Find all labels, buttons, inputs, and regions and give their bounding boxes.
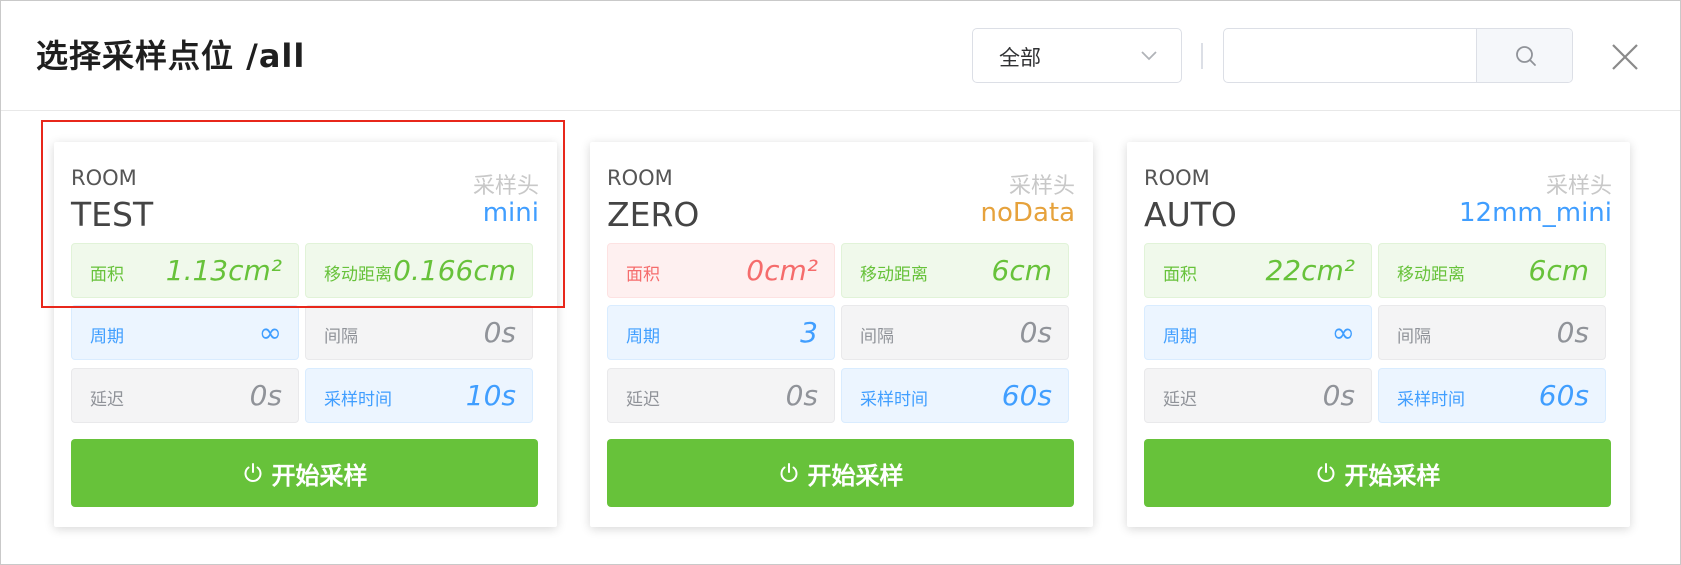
area-label: 面积 bbox=[90, 265, 124, 285]
sampling-point-card: ROOM ZERO 采样头 noData 面积 0cm² 移动距离 6cm 周期… bbox=[590, 142, 1093, 527]
interval-value: 0s bbox=[483, 316, 516, 349]
move-distance-label: 移动距离 bbox=[1397, 265, 1465, 285]
power-icon bbox=[244, 463, 261, 482]
delay-value: 0s bbox=[249, 379, 282, 412]
chevron-down-icon bbox=[1141, 51, 1157, 61]
move-distance-value: 0.166cm bbox=[393, 254, 516, 287]
interval-cell: 间隔 0s bbox=[841, 305, 1069, 360]
sample-time-value: 60s bbox=[1001, 379, 1052, 412]
period-label: 周期 bbox=[1163, 327, 1197, 347]
delay-cell: 延迟 0s bbox=[71, 368, 299, 423]
room-label: ROOM bbox=[1144, 166, 1210, 190]
search-box bbox=[1223, 28, 1573, 83]
interval-cell: 间隔 0s bbox=[1378, 305, 1606, 360]
move-distance-value: 6cm bbox=[991, 254, 1052, 287]
sample-time-label: 采样时间 bbox=[1397, 390, 1465, 410]
room-name: TEST bbox=[71, 195, 154, 234]
move-distance-cell: 移动距离 6cm bbox=[1378, 243, 1606, 298]
delay-cell: 延迟 0s bbox=[1144, 368, 1372, 423]
category-filter-select[interactable]: 全部 bbox=[972, 28, 1182, 83]
sampling-head-value: mini bbox=[482, 198, 539, 228]
move-distance-cell: 移动距离 0.166cm bbox=[305, 243, 533, 298]
sample-time-label: 采样时间 bbox=[324, 390, 392, 410]
sampling-point-card: ROOM TEST 采样头 mini 面积 1.13cm² 移动距离 0.166… bbox=[54, 142, 557, 527]
delay-cell: 延迟 0s bbox=[607, 368, 835, 423]
period-cell: 周期 3 bbox=[607, 305, 835, 360]
category-filter-value: 全部 bbox=[999, 46, 1041, 70]
start-sampling-label: 开始采样 bbox=[1344, 461, 1441, 490]
sampling-point-card: ROOM AUTO 采样头 12mm_mini 面积 22cm² 移动距离 6c… bbox=[1127, 142, 1630, 527]
start-sampling-button[interactable]: 开始采样 bbox=[1144, 439, 1611, 507]
sampling-head-label: 采样头 bbox=[1545, 174, 1612, 199]
move-distance-value: 6cm bbox=[1528, 254, 1589, 287]
delay-label: 延迟 bbox=[1163, 390, 1197, 410]
delay-label: 延迟 bbox=[626, 390, 660, 410]
close-icon bbox=[1612, 44, 1638, 70]
period-value: 3 bbox=[800, 316, 818, 349]
delay-value: 0s bbox=[785, 379, 818, 412]
delay-label: 延迟 bbox=[90, 390, 124, 410]
search-icon bbox=[1516, 46, 1536, 66]
start-sampling-label: 开始采样 bbox=[807, 461, 904, 490]
interval-label: 间隔 bbox=[324, 327, 358, 347]
sampling-head-value: 12mm_mini bbox=[1459, 198, 1612, 228]
period-value: ∞ bbox=[1331, 316, 1355, 349]
search-input[interactable] bbox=[1224, 29, 1478, 82]
room-name: AUTO bbox=[1144, 195, 1237, 234]
start-sampling-button[interactable]: 开始采样 bbox=[607, 439, 1074, 507]
sample-time-cell: 采样时间 60s bbox=[1378, 368, 1606, 423]
sample-time-value: 60s bbox=[1538, 379, 1589, 412]
sampling-head-label: 采样头 bbox=[472, 174, 539, 199]
header-divider bbox=[1201, 43, 1203, 69]
sample-time-cell: 采样时间 60s bbox=[841, 368, 1069, 423]
start-sampling-label: 开始采样 bbox=[271, 461, 368, 490]
interval-label: 间隔 bbox=[860, 327, 894, 347]
interval-value: 0s bbox=[1019, 316, 1052, 349]
interval-label: 间隔 bbox=[1397, 327, 1431, 347]
area-cell: 面积 0cm² bbox=[607, 243, 835, 298]
close-button[interactable] bbox=[1609, 41, 1641, 73]
sample-time-cell: 采样时间 10s bbox=[305, 368, 533, 423]
sampling-head-value: noData bbox=[980, 198, 1075, 228]
period-cell: 周期 ∞ bbox=[1144, 305, 1372, 360]
period-label: 周期 bbox=[90, 327, 124, 347]
move-distance-label: 移动距离 bbox=[860, 265, 928, 285]
room-name: ZERO bbox=[607, 195, 700, 234]
search-button[interactable] bbox=[1476, 29, 1572, 82]
period-value: ∞ bbox=[258, 316, 282, 349]
room-label: ROOM bbox=[607, 166, 673, 190]
delay-value: 0s bbox=[1322, 379, 1355, 412]
power-icon bbox=[1317, 463, 1334, 482]
dialog-header: 选择采样点位 /all 全部 bbox=[1, 1, 1680, 111]
sampling-point-dialog: 选择采样点位 /all 全部 ROOM TEST 采样头 mini 面积 1.1… bbox=[0, 0, 1681, 565]
move-distance-label: 移动距离 bbox=[324, 265, 392, 285]
power-icon bbox=[780, 463, 797, 482]
dialog-title: 选择采样点位 /all bbox=[36, 37, 306, 75]
period-cell: 周期 ∞ bbox=[71, 305, 299, 360]
area-label: 面积 bbox=[626, 265, 660, 285]
area-value: 22cm² bbox=[1265, 254, 1355, 287]
sampling-head-label: 采样头 bbox=[1008, 174, 1075, 199]
area-cell: 面积 1.13cm² bbox=[71, 243, 299, 298]
room-label: ROOM bbox=[71, 166, 137, 190]
period-label: 周期 bbox=[626, 327, 660, 347]
area-value: 1.13cm² bbox=[165, 254, 282, 287]
area-cell: 面积 22cm² bbox=[1144, 243, 1372, 298]
move-distance-cell: 移动距离 6cm bbox=[841, 243, 1069, 298]
area-value: 0cm² bbox=[746, 254, 818, 287]
area-label: 面积 bbox=[1163, 265, 1197, 285]
interval-cell: 间隔 0s bbox=[305, 305, 533, 360]
sample-time-value: 10s bbox=[465, 379, 516, 412]
interval-value: 0s bbox=[1556, 316, 1589, 349]
sample-time-label: 采样时间 bbox=[860, 390, 928, 410]
start-sampling-button[interactable]: 开始采样 bbox=[71, 439, 538, 507]
